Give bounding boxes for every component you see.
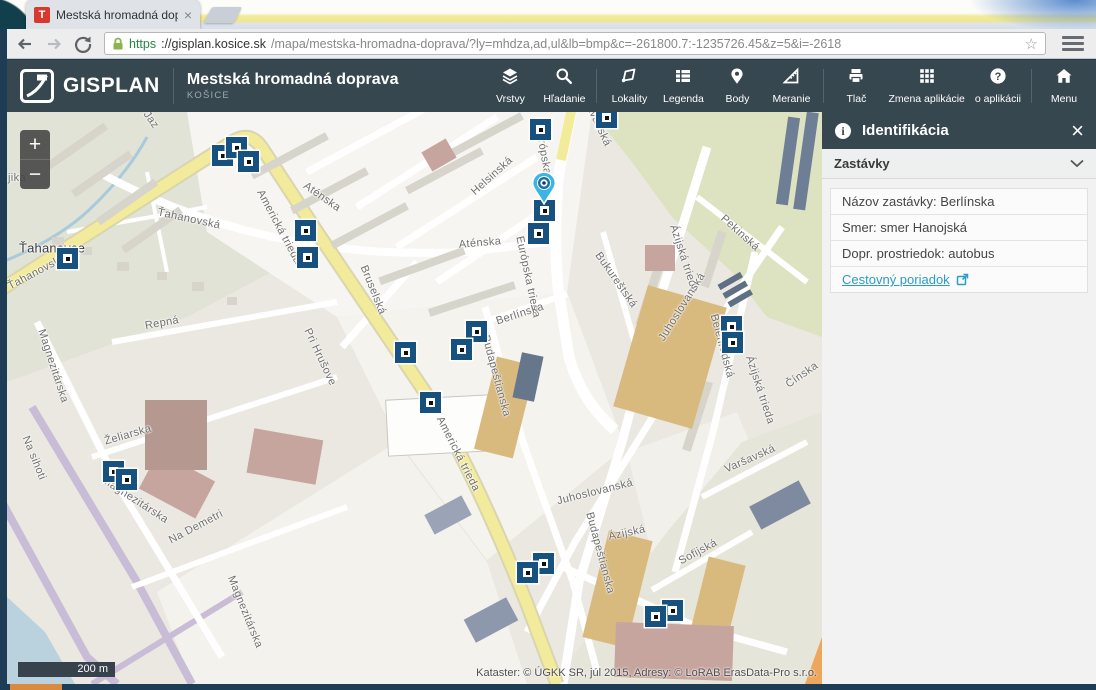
browser-window: T Mestská hromadná dopra × https ://gispl… (0, 0, 1096, 690)
page-subtitle: KOŠICE (187, 90, 399, 101)
toolbar-button-points[interactable]: Body (710, 60, 764, 112)
forward-icon[interactable] (40, 32, 67, 56)
map-attribution: Kataster: © ÚGKK SR, júl 2015, Adresy: ©… (476, 667, 817, 679)
site-favicon: T (34, 7, 50, 23)
desktop-edge (10, 684, 62, 690)
browser-menu-icon[interactable] (1062, 36, 1084, 51)
measure-icon (782, 67, 800, 90)
tab-close-icon[interactable]: × (184, 8, 192, 22)
polygon-icon (620, 67, 638, 90)
bookmark-star-icon[interactable]: ☆ (1025, 35, 1038, 53)
home-icon (1055, 67, 1073, 90)
selected-stop-pin[interactable] (531, 171, 557, 205)
legend-list-icon (674, 67, 692, 90)
identification-panel: i Identifikácia × Zastávky Názov zastávk… (822, 112, 1096, 684)
map-scale-bar: 200 m (18, 662, 115, 677)
toolbar-divider (596, 69, 597, 103)
url-scheme: https (129, 37, 156, 51)
page-title: Mestská hromadná doprava (187, 71, 399, 89)
toolbar-button-menu[interactable]: Menu (1037, 60, 1091, 112)
toolbar-button-apps[interactable]: Zmena aplikácie (883, 60, 969, 112)
bus-stop-marker[interactable] (645, 606, 666, 627)
attribute-row: Názov zastávky: Berlínska (831, 189, 1087, 215)
bus-stop-marker[interactable] (528, 223, 549, 244)
section-title: Zastávky (834, 156, 1070, 171)
apps-grid-icon (918, 67, 936, 90)
padlock-icon (112, 37, 124, 51)
header-divider (173, 68, 174, 104)
url-origin: ://gisplan.kosice.sk (161, 37, 266, 51)
browser-tab[interactable]: T Mestská hromadná dopra × (26, 0, 200, 29)
bus-stop-marker[interactable] (116, 469, 137, 490)
help-icon: ? (989, 67, 1007, 90)
app-titles: Mestská hromadná doprava KOŠICE (187, 71, 399, 101)
attribute-row: Dopr. prostriedok: autobus (831, 241, 1087, 267)
layers-icon (501, 67, 519, 90)
map-canvas[interactable]: JazjikaŤahanovceŤahanovskáŤahanovskáAmer… (7, 112, 822, 684)
printer-icon (847, 67, 865, 90)
gisplan-logo[interactable]: GISPLAN (20, 69, 160, 103)
bus-stop-marker[interactable] (596, 112, 617, 128)
bus-stop-marker[interactable] (395, 342, 416, 363)
new-tab-button[interactable] (204, 7, 243, 23)
zoom-in-button[interactable]: + (20, 130, 50, 159)
bus-stop-marker[interactable] (517, 562, 538, 583)
header-toolbar: Vrstvy Hľadanie Lokality Legenda Body (483, 60, 1096, 112)
section-zastavky[interactable]: Zastávky (822, 149, 1096, 179)
toolbar-divider (823, 69, 824, 103)
browser-tab-strip: T Mestská hromadná dopra × (0, 0, 1096, 29)
info-icon: i (834, 122, 852, 140)
chevron-down-icon (1070, 159, 1084, 168)
map-pin-icon (728, 67, 746, 90)
url-path: /mapa/mestska-hromadna-doprava/?ly=mhdza… (271, 37, 1020, 51)
markers-layer (7, 112, 822, 684)
toolbar-button-about[interactable]: ? o aplikácii (970, 60, 1026, 112)
bus-stop-marker[interactable] (297, 247, 318, 268)
attribute-row: Smer: smer Hanojská (831, 215, 1087, 241)
bus-stop-marker[interactable] (57, 248, 78, 269)
bus-stop-marker[interactable] (420, 392, 441, 413)
attribute-rows: Názov zastávky: Berlínska Smer: smer Han… (830, 188, 1088, 293)
logo-text: GISPLAN (63, 74, 160, 98)
search-icon (555, 67, 573, 90)
toolbar-button-layers[interactable]: Vrstvy (483, 60, 537, 112)
bus-stop-marker[interactable] (451, 339, 472, 360)
panel-title: Identifikácia (862, 122, 1061, 139)
panel-close-icon[interactable]: × (1071, 120, 1084, 142)
toolbar-button-search[interactable]: Hľadanie (537, 60, 591, 112)
bus-stop-marker[interactable] (530, 119, 551, 140)
toolbar-button-localities[interactable]: Lokality (602, 60, 656, 112)
toolbar-button-legend[interactable]: Legenda (656, 60, 710, 112)
bus-stop-marker[interactable] (295, 220, 316, 241)
svg-text:?: ? (995, 71, 1002, 83)
tab-title: Mestská hromadná dopra (56, 8, 178, 22)
reload-icon[interactable] (69, 32, 96, 56)
zoom-out-button[interactable]: − (20, 159, 50, 189)
external-link-icon (956, 273, 969, 286)
bus-stop-marker[interactable] (722, 332, 743, 353)
toolbar-divider (1031, 69, 1032, 103)
url-bar[interactable]: https ://gisplan.kosice.sk/mapa/mestska-h… (104, 32, 1046, 55)
bus-stop-marker[interactable] (238, 151, 259, 172)
timetable-link[interactable]: Cestovný poriadok (831, 267, 1087, 292)
panel-header: i Identifikácia × (822, 112, 1096, 149)
toolbar-button-measure[interactable]: Meranie (764, 60, 818, 112)
map-zoom-control: + − (20, 130, 50, 189)
gisplan-logo-icon (20, 69, 54, 103)
toolbar-button-print[interactable]: Tlač (829, 60, 883, 112)
app-header: GISPLAN Mestská hromadná doprava KOŠICE … (7, 60, 1096, 112)
browser-toolbar: https ://gisplan.kosice.sk/mapa/mestska-h… (7, 29, 1096, 59)
back-icon[interactable] (11, 32, 38, 56)
